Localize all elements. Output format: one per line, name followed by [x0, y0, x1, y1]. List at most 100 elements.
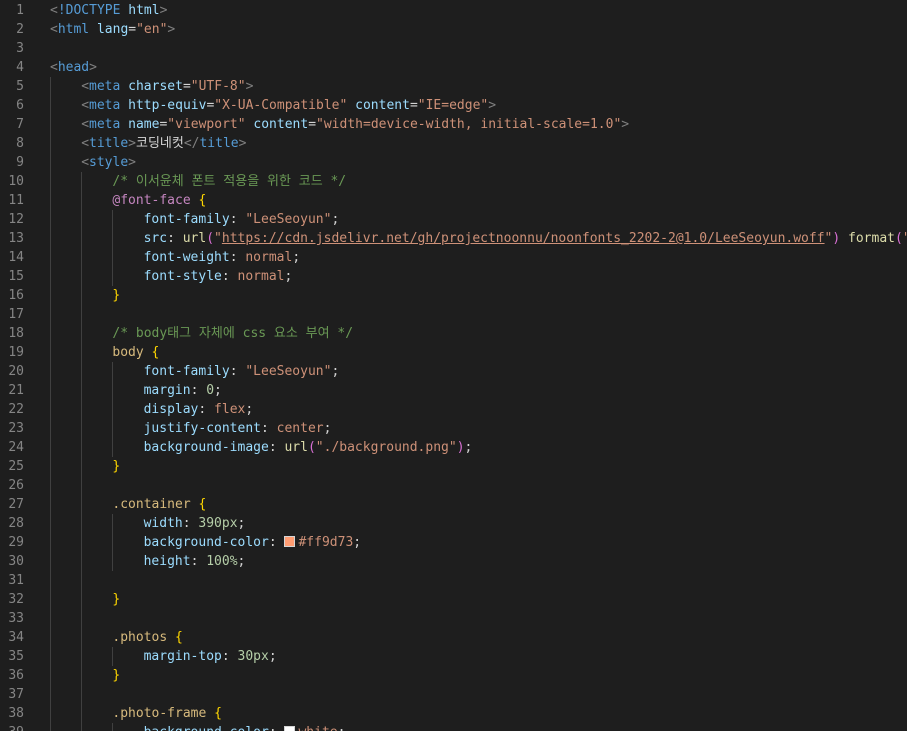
code-line[interactable]: @font-face { — [40, 191, 907, 210]
code-line[interactable]: body { — [40, 343, 907, 362]
code-line[interactable]: .photos { — [40, 628, 907, 647]
line-number: 31 — [8, 573, 24, 588]
code-token: width — [143, 516, 183, 531]
code-line[interactable]: background-image: url("./background.png"… — [40, 438, 907, 457]
code-line[interactable] — [40, 39, 907, 58]
code-token: meta — [89, 98, 121, 113]
indent-guide — [112, 400, 114, 419]
code-area[interactable]: <!DOCTYPE html> <html lang="en"> <head> <me… — [40, 0, 907, 731]
code-line[interactable]: background-color: white; — [40, 723, 907, 731]
indent-guide — [50, 685, 51, 704]
line-number: 5 — [16, 79, 24, 94]
code-line[interactable]: height: 100%; — [40, 552, 907, 571]
code-token: > — [128, 155, 136, 170]
code-token: 30px — [237, 649, 269, 664]
code-line[interactable]: font-weight: normal; — [40, 248, 907, 267]
line-number: 21 — [8, 383, 24, 398]
indent-guide — [112, 210, 114, 229]
code-line[interactable] — [40, 305, 907, 324]
code-line[interactable]: .container { — [40, 495, 907, 514]
indent-guide — [112, 647, 114, 666]
code-line[interactable]: /* 이서윤체 폰트 적용을 위한 코드 */ — [40, 172, 907, 191]
code-line[interactable]: } — [40, 666, 907, 685]
color-swatch-icon[interactable] — [284, 726, 296, 731]
code-token: html — [128, 3, 160, 18]
code-token: ; — [353, 535, 362, 550]
code-token: white — [298, 725, 337, 731]
code-line[interactable]: <!DOCTYPE html> — [40, 1, 907, 20]
code-line[interactable]: font-family: "LeeSeoyun"; — [40, 362, 907, 381]
indent-guide — [81, 286, 83, 305]
indent-guide — [81, 628, 83, 647]
code-line[interactable]: <head> — [40, 58, 907, 77]
code-token: ; — [245, 402, 254, 417]
code-token: "LeeSeoyun" — [245, 212, 332, 227]
code-line[interactable]: justify-content: center; — [40, 419, 907, 438]
code-line[interactable]: <meta http-equiv = "X-UA-Compatible" conte… — [40, 96, 907, 115]
code-token: ; — [464, 440, 473, 455]
code-token: background-color — [143, 535, 269, 550]
code-line[interactable]: } — [40, 457, 907, 476]
indent-guide — [112, 229, 114, 248]
code-line[interactable]: <meta name="viewport" content="width=dev… — [40, 115, 907, 134]
indent-guide — [50, 419, 51, 438]
code-token: head — [57, 60, 90, 75]
code-line[interactable]: width: 390px; — [40, 514, 907, 533]
code-token: .photo-frame — [112, 706, 207, 721]
code-token: 100% — [206, 554, 238, 569]
code-line[interactable]: font-family: "LeeSeoyun"; — [40, 210, 907, 229]
indent-guide — [50, 552, 51, 571]
code-token: background-color — [144, 725, 269, 731]
code-token: { — [214, 706, 222, 721]
code-line[interactable]: <meta charset="UTF-8"> — [40, 77, 907, 96]
indent-guide — [50, 723, 51, 731]
line-number: 6 — [16, 98, 24, 113]
code-line[interactable]: <style> — [40, 153, 907, 172]
code-token: : — [190, 554, 207, 569]
code-token: "en" — [136, 22, 168, 37]
code-line[interactable]: margin-top: 30px; — [40, 647, 907, 666]
color-swatch-icon[interactable] — [284, 536, 296, 547]
indent-guide — [112, 552, 114, 571]
code-line[interactable]: } — [40, 590, 907, 609]
code-token: normal — [245, 250, 293, 265]
code-line[interactable]: } — [40, 286, 907, 305]
code-token: { — [198, 193, 207, 208]
line-number: 10 — [8, 174, 24, 189]
code-line[interactable]: .photo-frame { — [40, 704, 907, 723]
code-line[interactable] — [40, 476, 907, 495]
code-token: /* body태그 자체에 css 요소 부여 */ — [112, 326, 354, 341]
line-number: 24 — [8, 440, 24, 455]
code-token: 0 — [206, 383, 215, 398]
indent-guide — [81, 267, 83, 286]
indent-guide — [81, 590, 83, 609]
code-line[interactable] — [40, 609, 907, 628]
code-line[interactable]: src: url("https://cdn.jsdelivr.net/gh/pr… — [40, 229, 907, 248]
indent-guide — [50, 438, 51, 457]
indent-guide — [112, 267, 114, 286]
code-line[interactable]: /* body태그 자체에 css 요소 부여 */ — [40, 324, 907, 343]
code-line[interactable]: margin: 0; — [40, 381, 907, 400]
code-line[interactable]: <html lang="en"> — [40, 20, 907, 39]
code-line[interactable]: <title>코딩네컷</title> — [40, 134, 907, 153]
code-token[interactable]: https://cdn.jsdelivr.net/gh/projectnoonn… — [222, 231, 825, 246]
code-token: "viewport" — [167, 117, 246, 132]
code-token: = — [182, 79, 191, 94]
line-number: 37 — [8, 687, 24, 702]
code-editor[interactable]: 1 2 3 4 5 6 7 8 9 10 11 12 13 14 15 16 17 18 19 20 21 22 23 24 2… — [0, 0, 907, 731]
code-token: ( — [894, 231, 903, 246]
code-line[interactable]: background-color: #ff9d73; — [40, 533, 907, 552]
code-line[interactable]: font-style: normal; — [40, 267, 907, 286]
indent-guide — [50, 704, 51, 723]
code-line[interactable] — [40, 571, 907, 590]
code-line[interactable] — [40, 685, 907, 704]
code-line[interactable]: display: flex; — [40, 400, 907, 419]
code-token: .container — [112, 497, 191, 512]
line-number: 26 — [8, 478, 24, 493]
indent-guide — [50, 248, 51, 267]
indent-guide — [50, 628, 51, 647]
code-token: > — [159, 3, 168, 18]
code-token: "./background.png" — [315, 440, 457, 455]
code-token: "LeeSeoyun" — [245, 364, 332, 379]
